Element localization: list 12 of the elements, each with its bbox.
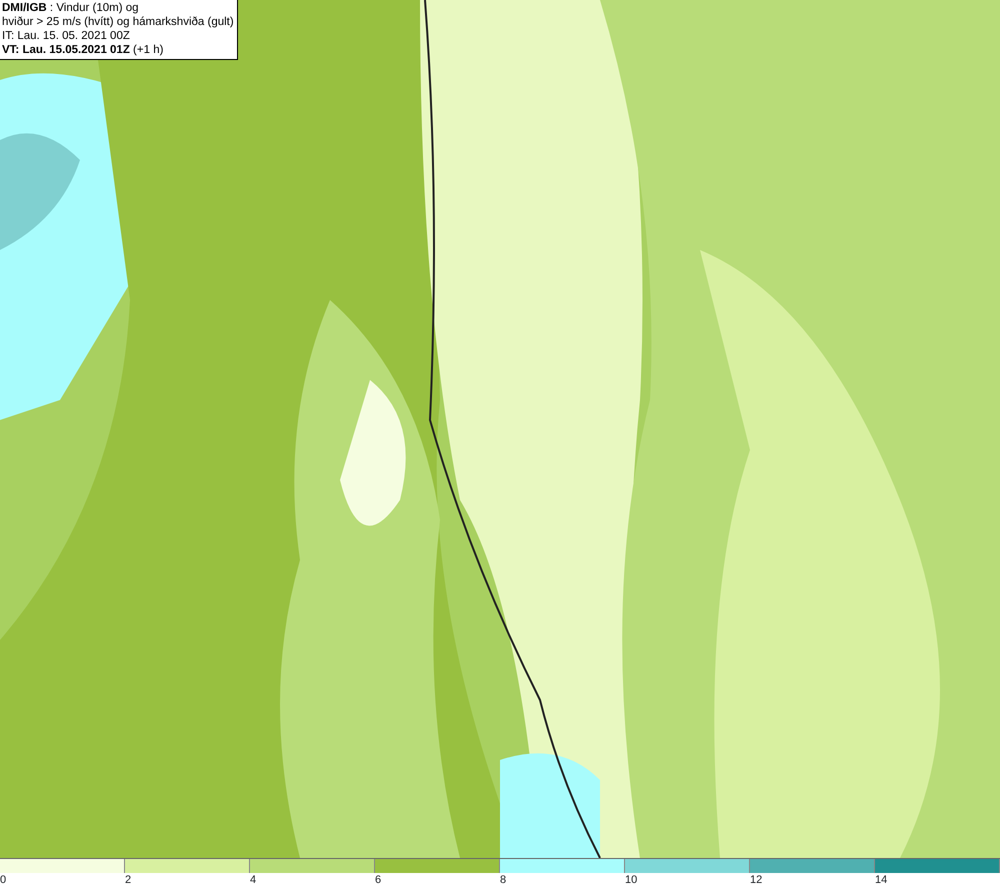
legend-tick-label: 6 xyxy=(375,874,382,886)
legend-tick-label: 0 xyxy=(0,874,6,886)
title-line: DMI/IGB : Vindur (10m) og xyxy=(2,1,140,15)
legend-tick-label: 2 xyxy=(125,874,132,886)
legend-tick-label: 10 xyxy=(625,874,638,886)
legend-tick-label: 12 xyxy=(750,874,762,886)
legend-tick-label: 14 xyxy=(875,874,888,886)
title-line: hviður > 25 m/s (hvítt) og hámarkshviða (gult) xyxy=(2,15,234,29)
title-line: IT: Lau. 15. 05. 2021 00Z xyxy=(2,29,131,43)
legend-tick-label: 8 xyxy=(500,874,506,886)
title-line: VT: Lau. 15.05.2021 01Z (+1 h) xyxy=(2,43,164,57)
legend-tick-label: 4 xyxy=(250,874,256,886)
